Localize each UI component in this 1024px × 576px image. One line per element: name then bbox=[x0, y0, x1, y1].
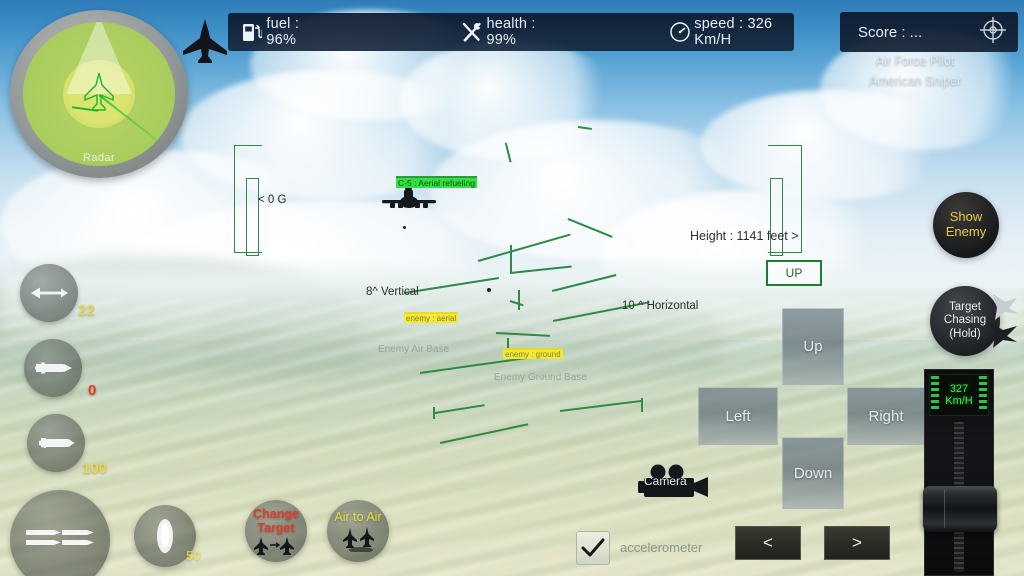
weapon-count-dart: 22 bbox=[78, 302, 95, 319]
weapon-button-rocket[interactable] bbox=[24, 339, 82, 397]
lcd-bars-right bbox=[979, 376, 987, 412]
hud-horizontal-angle: 10 ^ Horizontal bbox=[622, 300, 699, 312]
hud-alt-tape bbox=[770, 178, 783, 256]
bomb-icon bbox=[39, 438, 75, 448]
game-viewport: < 0 G Height : 1141 feet > UP 8^ Vertica… bbox=[0, 0, 1024, 576]
fuel-pump-icon bbox=[238, 17, 266, 47]
tools-icon bbox=[458, 17, 486, 47]
air-to-air-label: Air to Air bbox=[334, 510, 382, 524]
next-button[interactable]: > bbox=[824, 526, 890, 560]
dpad-down-button[interactable]: Down bbox=[782, 437, 844, 509]
accelerometer-checkbox[interactable] bbox=[576, 531, 610, 565]
hud-pitch-tick bbox=[510, 245, 512, 273]
weapon-button-dart[interactable] bbox=[20, 264, 78, 322]
target-chasing-line3: (Hold) bbox=[949, 327, 981, 340]
hud-g-tape bbox=[246, 178, 259, 256]
subtitle-american-sniper: American Sniper bbox=[868, 74, 962, 88]
hud-up-indicator: UP bbox=[766, 260, 822, 286]
change-target-button[interactable]: Change Target bbox=[245, 500, 307, 562]
radar-screen bbox=[23, 22, 175, 166]
ai-aircraft-c5 bbox=[382, 188, 436, 208]
show-enemy-button[interactable]: Show Enemy bbox=[933, 192, 999, 258]
change-target-line1: Change bbox=[253, 506, 299, 521]
weapon-count-bomb: 100 bbox=[82, 460, 108, 477]
camera-button[interactable]: Camera bbox=[636, 464, 718, 500]
check-icon bbox=[581, 538, 605, 557]
hud-enemy-label-aerial: enemy : aerial bbox=[404, 312, 459, 323]
two-jets-icon bbox=[254, 536, 294, 555]
show-enemy-line1: Show bbox=[949, 209, 983, 225]
score-panel[interactable]: Score : ... bbox=[840, 12, 1018, 52]
radar-display[interactable]: Radar bbox=[10, 10, 188, 178]
speed-stat: speed : 326 Km/H bbox=[666, 13, 794, 51]
radar-label: Radar bbox=[83, 152, 115, 164]
score-label: Score : ... bbox=[858, 23, 923, 41]
subtitle-air-force-pilot: Air Force Pilot bbox=[875, 54, 955, 68]
hud-enemy-label-ground: enemy : ground bbox=[503, 348, 563, 359]
throttle-speed-value: 327 bbox=[949, 382, 969, 395]
show-enemy-line2: Enemy bbox=[945, 224, 987, 239]
radar-jet-icon bbox=[84, 72, 114, 111]
chasing-jets-icon bbox=[989, 294, 1019, 348]
hud-pitch-tick bbox=[518, 290, 520, 310]
air-to-air-button[interactable]: Air to Air bbox=[327, 500, 389, 562]
throttle-slider[interactable]: 327 Km/H bbox=[923, 369, 997, 576]
target-chasing-line1: Target bbox=[949, 301, 981, 314]
flare-count: 50 bbox=[186, 548, 201, 563]
lcd-bars-left bbox=[931, 376, 939, 412]
player-jet-icon bbox=[183, 19, 227, 63]
flare-icon bbox=[157, 519, 173, 553]
accelerometer-label: accelerometer bbox=[620, 540, 703, 555]
target-chasing-line2: Chasing bbox=[943, 314, 987, 327]
throttle-knob[interactable] bbox=[923, 486, 997, 532]
health-label: health : 99% bbox=[486, 16, 536, 48]
fuel-label: fuel : 96% bbox=[266, 16, 300, 48]
camera-label: Camera bbox=[644, 474, 687, 488]
hud-vertical-angle: 8^ Vertical bbox=[366, 286, 419, 298]
distant-aircraft bbox=[487, 288, 491, 292]
dpad-up-button[interactable]: Up bbox=[782, 308, 844, 385]
fuel-stat: fuel : 96% bbox=[238, 13, 322, 51]
rocket-icon bbox=[35, 362, 72, 374]
speedometer-icon bbox=[666, 17, 694, 47]
crosshair-icon[interactable] bbox=[978, 15, 1008, 50]
hud-enemy-air-base: Enemy Air Base bbox=[378, 344, 450, 355]
prev-button[interactable]: < bbox=[735, 526, 801, 560]
dpad-right-button[interactable]: Right bbox=[847, 387, 925, 445]
change-target-line2: Target bbox=[257, 520, 295, 535]
cloud bbox=[700, 90, 960, 200]
health-stat: health : 99% bbox=[458, 13, 556, 51]
speed-label: speed : 326 Km/H bbox=[694, 16, 773, 48]
hud-g-meter: < 0 G bbox=[258, 194, 287, 206]
status-bar: fuel : 96% health : 99% speed: 326 Km/H bbox=[228, 13, 794, 51]
distant-aircraft bbox=[403, 226, 406, 229]
dpad-left-button[interactable]: Left bbox=[698, 387, 778, 445]
hud-enemy-ground-base: Enemy Ground Base bbox=[494, 372, 587, 383]
weapon-button-bomb[interactable] bbox=[27, 414, 85, 472]
weapon-count-rocket: 0 bbox=[88, 382, 97, 399]
jet-pair-icon bbox=[343, 527, 374, 552]
hud-pitch-tick bbox=[641, 398, 643, 412]
cannon-bullets-icon bbox=[26, 530, 94, 545]
hud-height-readout: Height : 1141 feet > bbox=[690, 229, 799, 243]
hud-pitch-tick bbox=[433, 407, 435, 419]
throttle-speed-unit: Km/H bbox=[945, 395, 973, 407]
dart-icon bbox=[31, 287, 68, 299]
